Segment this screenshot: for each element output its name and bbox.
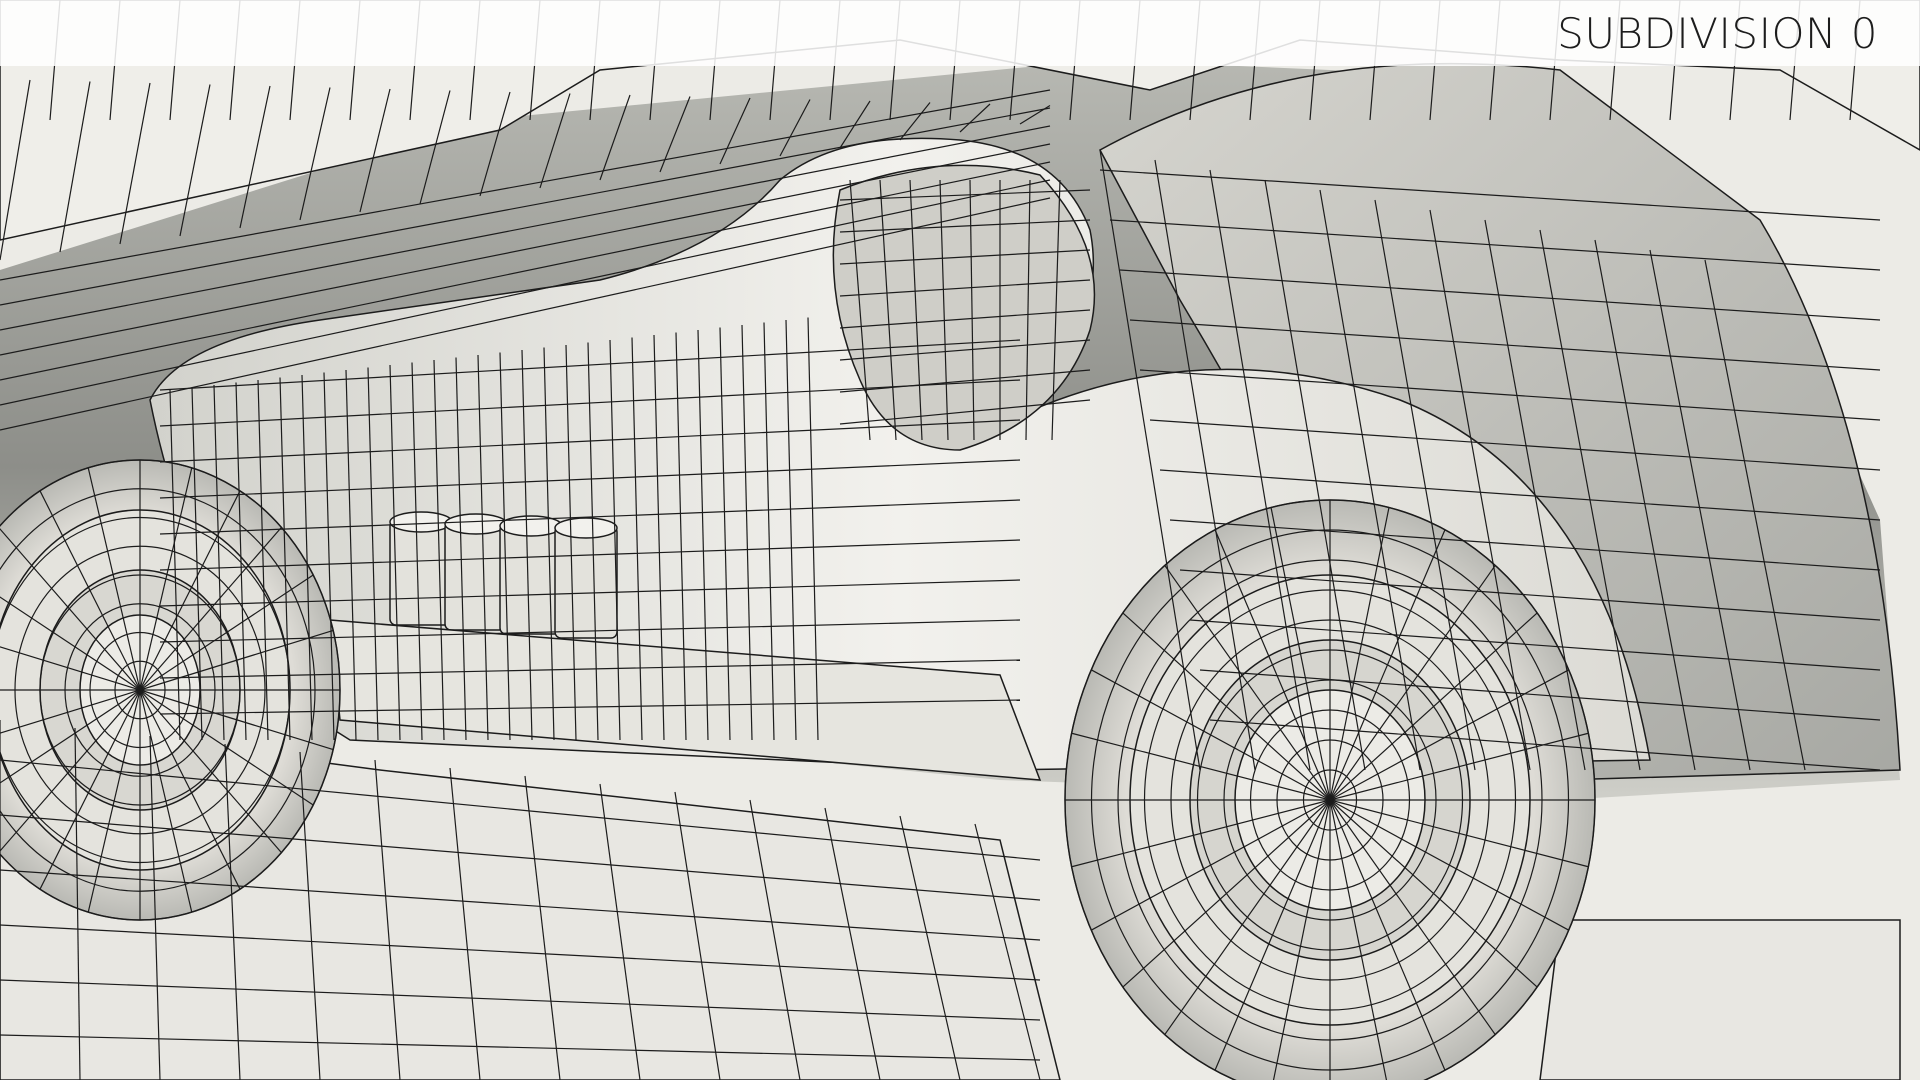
wireframe-scene[interactable] (0, 0, 1920, 1080)
exhaust-pipes (389, 511, 618, 639)
floor-slab-right (1539, 919, 1901, 1080)
3d-viewport[interactable]: SUBDIVISION 0 (0, 0, 1920, 1080)
label-band: SUBDIVISION 0 (0, 0, 1920, 66)
subdivision-label: SUBDIVISION 0 (1557, 9, 1878, 58)
